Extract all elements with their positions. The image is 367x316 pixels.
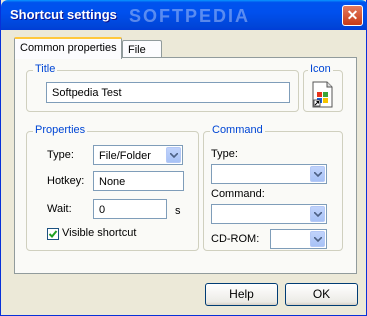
type-label: Type: bbox=[47, 149, 74, 161]
tab-label: Common properties bbox=[20, 42, 117, 54]
chevron-down-icon[interactable] bbox=[310, 166, 325, 182]
hotkey-label: Hotkey: bbox=[47, 175, 85, 187]
tab-label: File bbox=[128, 44, 146, 56]
properties-group-label: Properties bbox=[33, 124, 88, 136]
tab-file[interactable]: File bbox=[122, 40, 162, 58]
tab-common-properties[interactable]: Common properties bbox=[14, 37, 122, 59]
chevron-down-icon[interactable] bbox=[310, 231, 325, 247]
checkmark-icon bbox=[48, 230, 58, 238]
icon-group: Icon bbox=[303, 63, 343, 112]
cdrom-label: CD-ROM: bbox=[211, 233, 260, 245]
visible-shortcut-label[interactable]: Visible shortcut bbox=[62, 227, 136, 239]
cdrom-select[interactable] bbox=[270, 229, 327, 249]
properties-group: Properties Type: File/Folder Hotkey: Non… bbox=[26, 124, 199, 251]
command-label: Command: bbox=[211, 188, 265, 200]
command-group-label: Command bbox=[210, 124, 265, 136]
watermark: SOFTPEDIA bbox=[129, 6, 251, 26]
command-group: Command Type: Command: CD-ROM: bbox=[203, 124, 343, 251]
title-group: Title Softpedia Test bbox=[26, 63, 299, 112]
type-select-value: File/Folder bbox=[99, 150, 151, 162]
help-button[interactable]: Help bbox=[205, 283, 278, 306]
title-bar[interactable]: Shortcut settings SOFTPEDIA ✕ bbox=[1, 0, 367, 30]
chevron-down-icon[interactable] bbox=[310, 206, 325, 222]
window-title: Shortcut settings bbox=[10, 7, 117, 22]
close-icon: ✕ bbox=[346, 7, 359, 23]
command-select[interactable] bbox=[211, 204, 327, 224]
ok-button[interactable]: OK bbox=[285, 283, 358, 306]
command-type-select[interactable] bbox=[211, 164, 327, 184]
icon-group-label: Icon bbox=[308, 63, 333, 75]
command-type-label: Type: bbox=[211, 148, 238, 160]
close-button[interactable]: ✕ bbox=[342, 5, 363, 26]
visible-shortcut-checkbox[interactable] bbox=[47, 228, 59, 240]
tab-panel: Title Softpedia Test Icon Properties Typ… bbox=[14, 57, 357, 274]
wait-unit: s bbox=[175, 205, 181, 217]
type-select[interactable]: File/Folder bbox=[93, 145, 183, 165]
hotkey-input[interactable]: None bbox=[93, 171, 184, 191]
title-group-label: Title bbox=[33, 63, 58, 75]
wait-input[interactable]: 0 bbox=[93, 199, 167, 219]
title-input[interactable]: Softpedia Test bbox=[46, 82, 290, 103]
wait-label: Wait: bbox=[47, 203, 72, 215]
chevron-down-icon[interactable] bbox=[166, 147, 181, 163]
shortcut-file-icon[interactable] bbox=[310, 81, 335, 108]
dialog-window: Shortcut settings SOFTPEDIA ✕ Common pro… bbox=[0, 0, 367, 316]
